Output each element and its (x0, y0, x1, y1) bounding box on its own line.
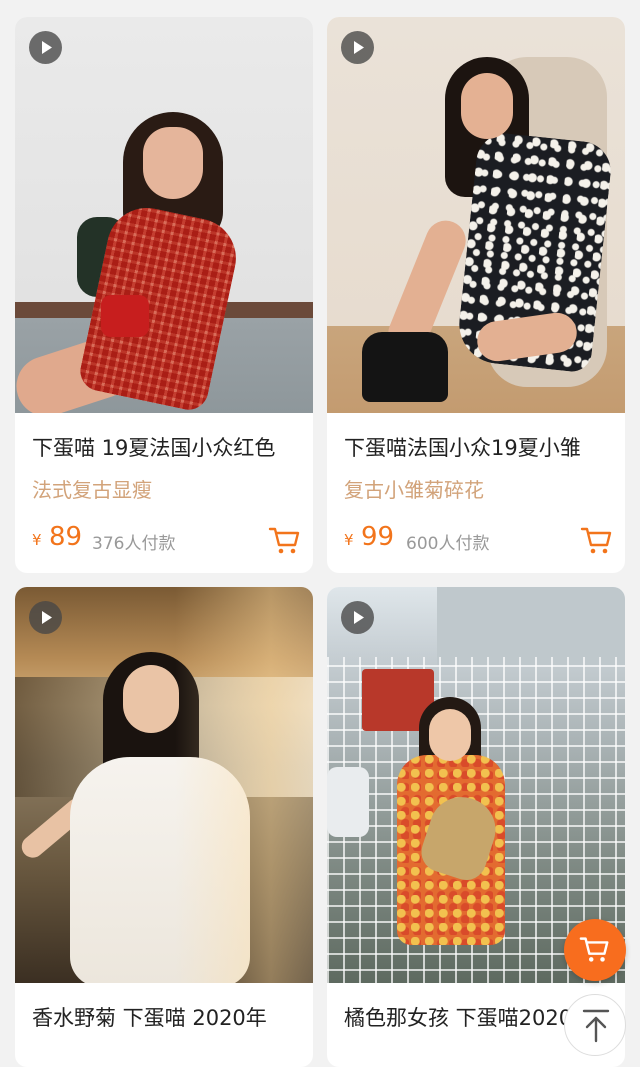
play-icon[interactable] (29, 31, 62, 64)
cart-icon[interactable] (268, 523, 302, 557)
sold-count: 600人付款 (406, 534, 490, 554)
cart-icon (579, 937, 609, 962)
play-icon[interactable] (341, 601, 374, 634)
floating-cart-button[interactable] (564, 919, 626, 981)
figure-face (461, 73, 513, 139)
background-building (437, 587, 625, 667)
sold-count: 376人付款 (92, 534, 176, 554)
product-title[interactable]: 香水野菊 下蛋喵 2020年 (32, 1005, 302, 1031)
light-glow (175, 587, 313, 983)
product-title[interactable]: 下蛋喵法国小众19夏小雏 (344, 435, 614, 461)
product-image[interactable] (15, 587, 313, 983)
product-image[interactable] (327, 17, 625, 413)
product-tag: 复古小雏菊碎花 (344, 478, 484, 502)
price-row: ¥ 89 376人付款 (32, 519, 302, 559)
figure-face (123, 665, 179, 733)
product-tag: 法式复古显瘦 (32, 478, 152, 502)
currency-symbol: ¥ (32, 531, 42, 549)
product-card[interactable]: 下蛋喵 19夏法国小众红色 法式复古显瘦 ¥ 89 376人付款 (15, 17, 313, 573)
product-card[interactable]: 下蛋喵法国小众19夏小雏 复古小雏菊碎花 ¥ 99 600人付款 (327, 17, 625, 573)
figure-boot (362, 332, 448, 402)
price-row: ¥ 99 600人付款 (344, 519, 614, 559)
back-to-top-button[interactable] (564, 994, 626, 1056)
product-price: 99 (361, 522, 395, 552)
product-price: 89 (49, 522, 83, 552)
product-card[interactable]: 橘色那女孩 下蛋喵2020 (327, 587, 625, 1067)
currency-symbol: ¥ (344, 531, 354, 549)
product-grid: 下蛋喵 19夏法国小众红色 法式复古显瘦 ¥ 89 376人付款 下蛋喵法国小众… (0, 0, 640, 1067)
product-title[interactable]: 下蛋喵 19夏法国小众红色 (32, 435, 302, 461)
cart-icon[interactable] (580, 523, 614, 557)
play-icon[interactable] (29, 601, 62, 634)
figure-bag (101, 295, 149, 337)
product-card[interactable]: 香水野菊 下蛋喵 2020年 (15, 587, 313, 1067)
arrow-up-icon (582, 1009, 610, 1043)
figure-face (429, 709, 471, 761)
product-image[interactable] (15, 17, 313, 413)
figure-face (143, 127, 203, 199)
background-car (327, 767, 369, 837)
play-icon[interactable] (341, 31, 374, 64)
